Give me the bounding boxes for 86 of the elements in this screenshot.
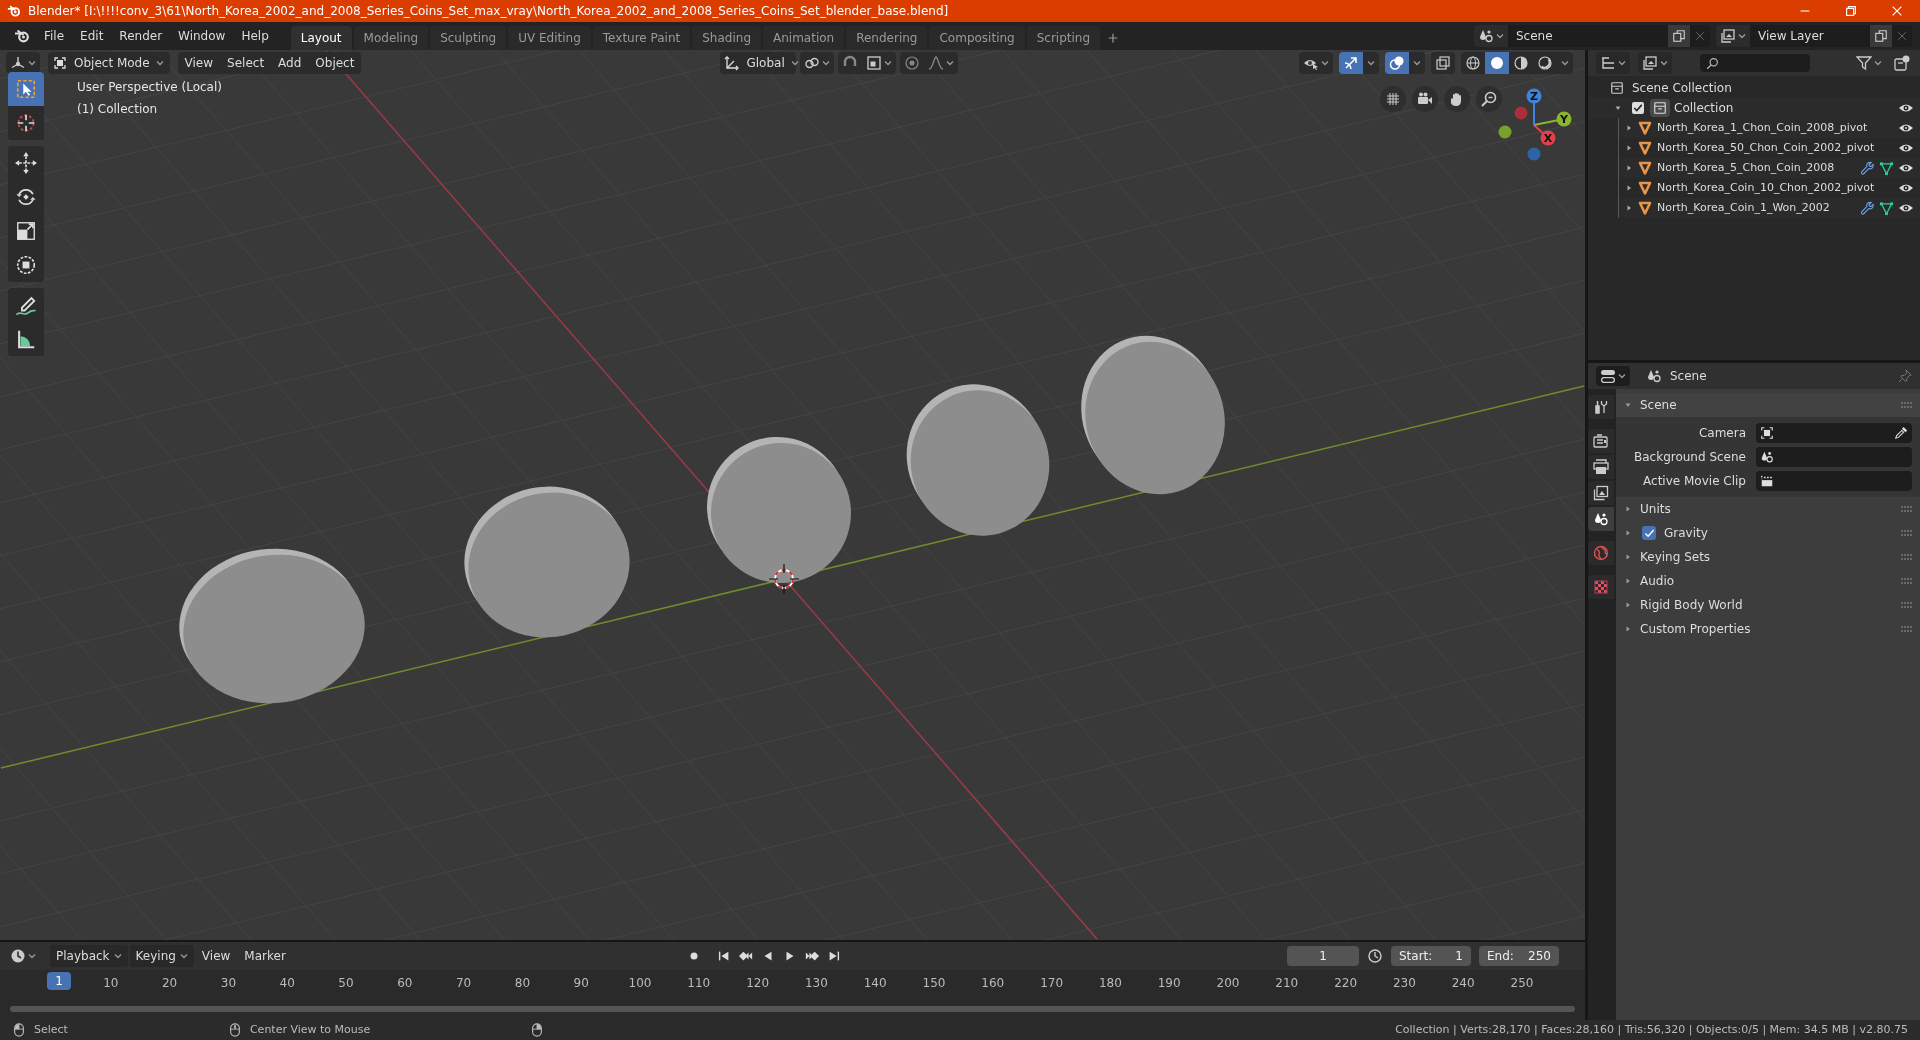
frame-number: 90: [573, 975, 589, 992]
collection-name: Collection: [1674, 100, 1734, 117]
panel-header[interactable]: Scene: [1616, 393, 1920, 417]
menu-item[interactable]: Window: [170, 24, 234, 48]
frame-number: 210: [1275, 975, 1299, 992]
window-title: Blender* [I:\!!!!conv_3\61\North_Korea_2002_and_2008_Series_Coins_Set_max_vray\North_Korea_2002_and_2008_Series_Coins_Set_blender_base.blend]: [28, 3, 949, 20]
panel-title: Audio: [1640, 573, 1675, 590]
panel-title: Gravity: [1664, 525, 1708, 542]
viewport-menu-item[interactable]: Add: [271, 52, 309, 74]
field-label: Camera: [1697, 425, 1747, 442]
frame-number: 180: [1098, 975, 1122, 992]
frame-number: 80: [514, 975, 531, 992]
end-frame-field[interactable]: End: 250: [1479, 946, 1559, 966]
frame-number: 130: [804, 975, 828, 992]
viewport-menu-item[interactable]: View: [177, 52, 221, 74]
workspace-tab[interactable]: Texture Paint: [592, 26, 691, 50]
workspace-tab[interactable]: Layout: [290, 26, 352, 50]
panel-title: Keying Sets: [1640, 549, 1711, 566]
object-name: North_Korea_Coin_10_Chon_2002_pivot: [1657, 179, 1875, 196]
axis-handle[interactable]: Z: [1526, 88, 1542, 126]
workspace-tab[interactable]: Scripting: [1026, 26, 1101, 50]
object-name: North_Korea_50_Chon_Coin_2002_pivot: [1657, 139, 1875, 156]
viewport-info-text: User Perspective (Local): [77, 79, 222, 96]
field-label: Active Movie Clip: [1642, 473, 1747, 490]
frame-number: 60: [397, 975, 413, 992]
viewport-menu-item[interactable]: Select: [220, 52, 272, 74]
workspace-tab[interactable]: Animation: [763, 26, 845, 50]
viewport-info-text: (1) Collection: [77, 101, 159, 118]
panel-title: Scene: [1640, 397, 1677, 414]
frame-number: 20: [161, 975, 178, 992]
workspace-tab[interactable]: Modeling: [353, 26, 429, 50]
frame-number: 10: [103, 975, 119, 992]
scene-name: Scene: [1515, 28, 1554, 45]
frame-number: 250: [1510, 975, 1534, 992]
frame-number: 120: [746, 975, 770, 992]
panel-title: Custom Properties: [1640, 621, 1751, 638]
object-name: North_Korea_5_Chon_Coin_2008: [1657, 159, 1835, 176]
frame-number: 200: [1216, 975, 1240, 992]
mode-dropdown[interactable]: Object Mode: [48, 52, 170, 74]
playhead[interactable]: 1: [47, 972, 71, 990]
view-layer-name: View Layer: [1757, 28, 1825, 45]
frame-number: 150: [922, 975, 946, 992]
menu-item[interactable]: Help: [233, 24, 277, 48]
scene-statistics: Collection | Verts:28,170 | Faces:28,160 | Tris:56,320 | Objects:0/5 | Mem: 34.5 MB | v2.80.75: [1395, 1021, 1908, 1038]
context-title: Scene: [1670, 368, 1707, 385]
view-layer-selector[interactable]: View Layer: [1716, 25, 1912, 47]
timeline-menu-item[interactable]: View: [195, 945, 237, 967]
frame-number: 240: [1451, 975, 1475, 992]
workspace-tab[interactable]: Sculpting: [430, 26, 507, 50]
workspace-tab[interactable]: Compositing: [929, 26, 1025, 50]
frame-number: 110: [687, 975, 711, 992]
workspace-tab[interactable]: Shading: [692, 26, 761, 50]
panel-title: Units: [1640, 501, 1671, 518]
object-name: North_Korea_Coin_1_Won_2002: [1657, 199, 1830, 216]
field-label: Background Scene: [1633, 449, 1747, 466]
frame-number: 160: [981, 975, 1005, 992]
frame-number: 40: [279, 975, 295, 992]
panel-title: Rigid Body World: [1640, 597, 1743, 614]
frame-number: 50: [338, 975, 354, 992]
frame-number: 190: [1157, 975, 1181, 992]
frame-number: 170: [1040, 975, 1064, 992]
collection-name: Scene Collection: [1632, 80, 1732, 97]
frame-number: 230: [1392, 975, 1416, 992]
frame-number: 140: [863, 975, 887, 992]
status-hint: Center View to Mouse: [249, 1021, 371, 1038]
menu-item[interactable]: File: [36, 24, 73, 48]
menu-item[interactable]: Render: [111, 24, 171, 48]
3d-viewport[interactable]: X Y Z Object Mode View Select Add Object Global User Perspective (Local) (1) Collection: [0, 50, 1585, 940]
viewport-menu-item[interactable]: Object: [308, 52, 362, 74]
workspace-tab[interactable]: Rendering: [846, 26, 928, 50]
orientation-dropdown[interactable]: Global: [720, 52, 797, 74]
frame-number: 220: [1334, 975, 1358, 992]
current-frame-field[interactable]: 1: [1287, 946, 1359, 966]
frame-number: 70: [455, 975, 472, 992]
timeline-menu-item[interactable]: Keying: [129, 945, 194, 967]
menu-item[interactable]: Edit: [72, 24, 112, 48]
timeline-menu-item[interactable]: Marker: [238, 945, 292, 967]
status-hint: Select: [34, 1021, 68, 1038]
timeline-menu-item[interactable]: Playback: [50, 945, 128, 967]
scene-selector[interactable]: Scene: [1474, 25, 1710, 47]
start-frame-field[interactable]: Start: 1: [1391, 946, 1471, 966]
workspace-tab[interactable]: UV Editing: [508, 26, 591, 50]
axis-handle[interactable]: Y: [1533, 111, 1572, 127]
frame-number: 30: [220, 975, 237, 992]
object-name: North_Korea_1_Chon_Coin_2008_pivot: [1657, 119, 1868, 136]
frame-number: 100: [628, 975, 652, 992]
